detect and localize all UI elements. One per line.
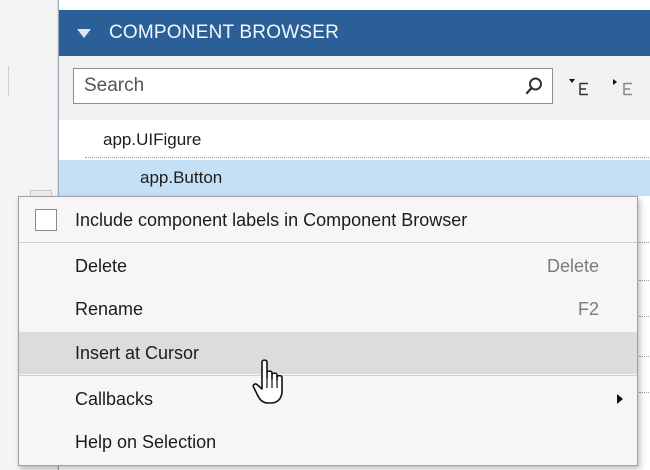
menu-item-delete[interactable]: Delete Delete bbox=[19, 245, 637, 287]
menu-item-label: Include component labels in Component Br… bbox=[75, 209, 468, 230]
tree-guide-line bbox=[639, 242, 650, 243]
tree-guide-line bbox=[639, 280, 650, 281]
tree-guide-line bbox=[639, 356, 650, 357]
search-icon[interactable] bbox=[524, 76, 544, 96]
menu-item-label: Help on Selection bbox=[75, 431, 217, 452]
menu-item-callbacks[interactable]: Callbacks bbox=[19, 378, 637, 420]
menu-item-include-labels[interactable]: Include component labels in Component Br… bbox=[19, 199, 637, 241]
panel-title: COMPONENT BROWSER bbox=[109, 22, 340, 43]
menu-item-help-on-selection[interactable]: Help on Selection bbox=[19, 421, 637, 463]
menu-separator bbox=[19, 242, 637, 243]
include-labels-checkbox[interactable] bbox=[35, 209, 57, 231]
menu-item-label: Insert at Cursor bbox=[75, 342, 200, 363]
search-input[interactable] bbox=[74, 69, 494, 103]
menu-item-rename[interactable]: Rename F2 bbox=[19, 288, 637, 330]
menu-item-label: Callbacks bbox=[75, 388, 154, 409]
hand-pointer-icon bbox=[252, 359, 283, 404]
tree-item-uifigure[interactable]: app.UIFigure bbox=[59, 122, 650, 158]
search-field[interactable] bbox=[73, 68, 553, 104]
menu-item-label: Delete bbox=[75, 255, 128, 276]
search-toolbar bbox=[59, 56, 650, 120]
tree-guide-line bbox=[639, 316, 650, 317]
submenu-arrow-icon bbox=[617, 394, 623, 404]
tree-separator bbox=[85, 157, 650, 158]
tree-guide-line bbox=[639, 392, 650, 393]
tree-item-button[interactable]: app.Button bbox=[59, 160, 650, 196]
tree-item-label: app.UIFigure bbox=[103, 130, 202, 149]
menu-separator bbox=[19, 375, 637, 376]
menu-shortcut: Delete bbox=[546, 255, 599, 276]
tree-item-label: app.Button bbox=[140, 168, 223, 187]
triangle-down-icon[interactable] bbox=[77, 28, 91, 38]
tree-view-icon[interactable] bbox=[567, 76, 591, 98]
menu-item-insert-at-cursor[interactable]: Insert at Cursor bbox=[19, 332, 637, 374]
context-menu: Include component labels in Component Br… bbox=[18, 196, 638, 466]
gutter-mark bbox=[8, 66, 11, 96]
flat-view-icon[interactable] bbox=[611, 76, 635, 98]
panel-header[interactable]: COMPONENT BROWSER bbox=[59, 10, 650, 56]
menu-item-label: Rename bbox=[75, 298, 144, 319]
menu-shortcut: F2 bbox=[577, 298, 599, 319]
